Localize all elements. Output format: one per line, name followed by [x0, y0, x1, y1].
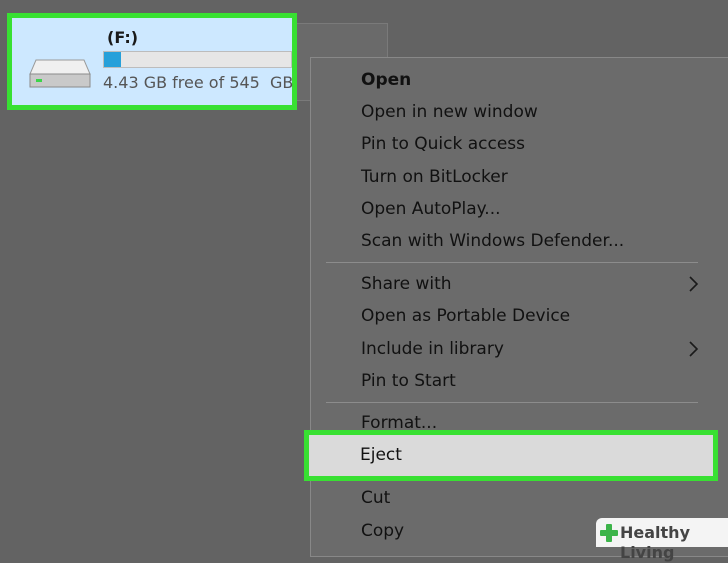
- drive-usage-fill: [104, 52, 121, 67]
- drive-free-space: 4.43 GB free of 545 GB: [103, 73, 294, 92]
- watermark: Healthy Living: [596, 518, 728, 562]
- drive-usage-bar: [103, 51, 292, 68]
- menu-item-open[interactable]: Open: [361, 70, 411, 90]
- chevron-right-icon: [689, 276, 699, 292]
- menu-separator: [326, 402, 698, 403]
- context-menu: Open Open in new window Pin to Quick acc…: [310, 57, 728, 557]
- menu-item-scan-defender[interactable]: Scan with Windows Defender...: [361, 231, 624, 251]
- plus-logo-icon: [600, 524, 618, 542]
- drive-tile-f[interactable]: (F:) 4.43 GB free of 545 GB: [12, 18, 294, 105]
- menu-item-autoplay[interactable]: Open AutoPlay...: [361, 199, 501, 219]
- menu-item-copy[interactable]: Copy: [361, 521, 404, 541]
- menu-item-eject-label: Eject: [360, 445, 402, 465]
- menu-item-pin-quick-access[interactable]: Pin to Quick access: [361, 134, 525, 154]
- menu-item-portable-device[interactable]: Open as Portable Device: [361, 306, 570, 326]
- watermark-text: Healthy Living: [620, 523, 690, 562]
- drive-name: (F:): [107, 28, 139, 47]
- menu-item-include-library[interactable]: Include in library: [361, 339, 504, 359]
- menu-item-eject[interactable]: Eject: [304, 430, 718, 481]
- menu-item-open-new-window[interactable]: Open in new window: [361, 102, 538, 122]
- menu-item-bitlocker[interactable]: Turn on BitLocker: [361, 167, 508, 187]
- menu-item-share-with[interactable]: Share with: [361, 274, 452, 294]
- chevron-right-icon: [689, 341, 699, 357]
- menu-separator: [326, 262, 698, 263]
- menu-item-pin-start[interactable]: Pin to Start: [361, 371, 456, 391]
- menu-item-cut[interactable]: Cut: [361, 488, 390, 508]
- hard-drive-icon: [29, 59, 91, 88]
